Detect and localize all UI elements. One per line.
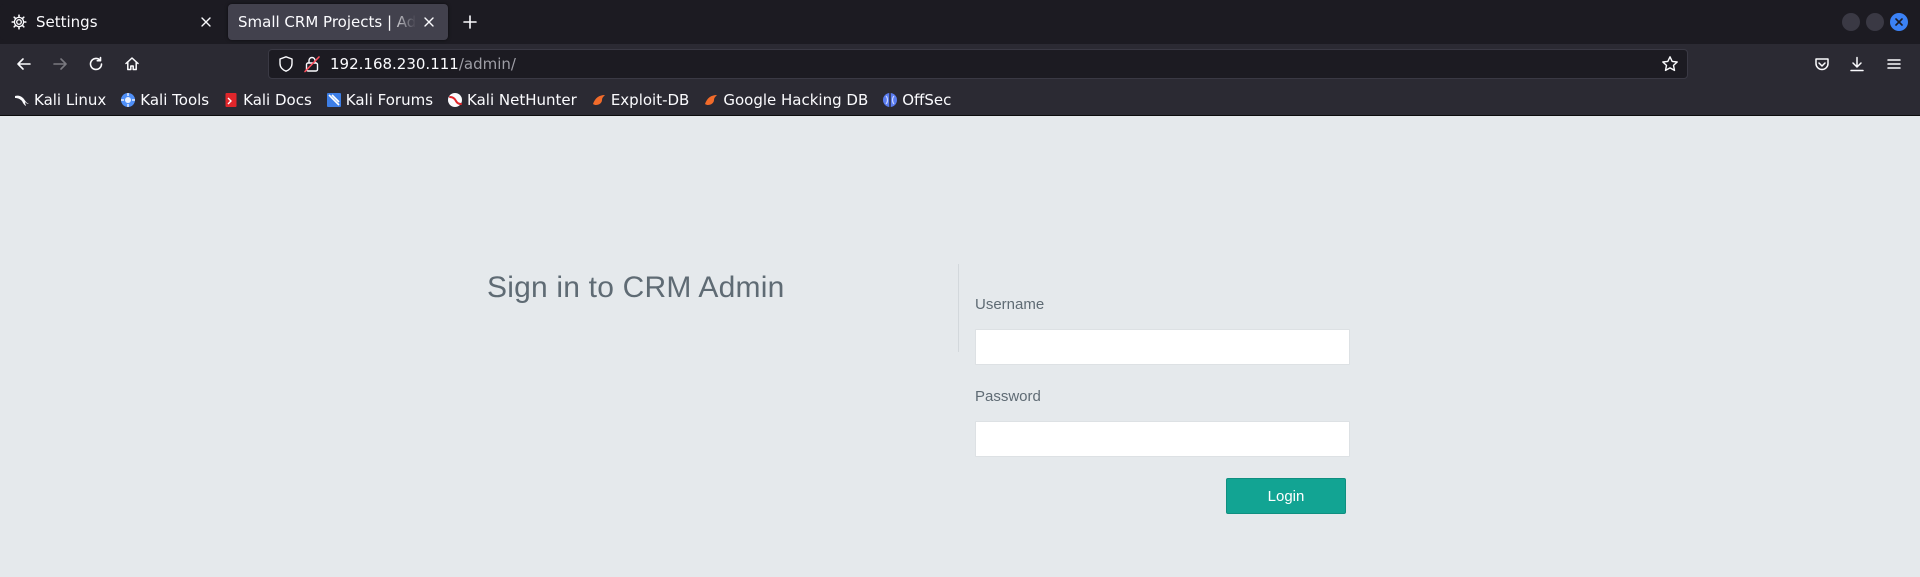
bookmark-kali-forums[interactable]: Kali Forums bbox=[323, 87, 436, 113]
bookmark-label: Kali Docs bbox=[243, 90, 312, 109]
arrow-left-icon bbox=[17, 58, 31, 70]
close-icon[interactable] bbox=[197, 13, 215, 31]
bookmark-label: OffSec bbox=[902, 90, 952, 109]
username-input[interactable] bbox=[975, 329, 1350, 365]
kali-docs-icon bbox=[223, 92, 239, 108]
bookmarks-toolbar: Kali Linux Kali Tools Kali Docs Kali For… bbox=[0, 84, 1920, 116]
username-label: Username bbox=[975, 296, 1045, 313]
page-title: Sign in to CRM Admin bbox=[487, 271, 785, 304]
tab-crm-admin-login[interactable]: Small CRM Projects | Admin Login bbox=[228, 4, 448, 40]
reload-icon bbox=[89, 56, 103, 71]
window-close-button[interactable] bbox=[1890, 13, 1908, 31]
address-bar[interactable]: 192.168.230.111/admin/ bbox=[268, 49, 1688, 79]
bookmark-kali-docs[interactable]: Kali Docs bbox=[220, 87, 315, 113]
bookmark-kali-tools[interactable]: Kali Tools bbox=[117, 87, 212, 113]
bookmark-label: Kali Forums bbox=[345, 90, 434, 109]
tab-settings[interactable]: Settings bbox=[0, 4, 225, 40]
shield-icon[interactable] bbox=[277, 55, 295, 73]
page-content: Sign in to CRM Admin Username Password L… bbox=[0, 116, 1920, 577]
insecure-lock-icon[interactable] bbox=[303, 55, 321, 73]
bookmark-offsec[interactable]: OffSec bbox=[879, 87, 954, 113]
tab-title: Settings bbox=[36, 13, 98, 31]
plus-icon bbox=[463, 15, 477, 29]
pocket-icon bbox=[1815, 58, 1829, 71]
ghdb-icon bbox=[703, 92, 719, 108]
home-icon bbox=[125, 57, 139, 71]
menu-button[interactable] bbox=[1882, 52, 1906, 76]
download-icon bbox=[1850, 56, 1864, 72]
bookmark-label: Kali Tools bbox=[140, 90, 210, 109]
browser-window: Settings Small CRM Projects | Admin Logi… bbox=[0, 0, 1920, 577]
back-button[interactable] bbox=[12, 52, 36, 76]
bookmark-google-hacking-db[interactable]: Google Hacking DB bbox=[700, 87, 871, 113]
vertical-divider bbox=[958, 264, 959, 352]
nethunter-icon bbox=[447, 92, 463, 108]
downloads-button[interactable] bbox=[1845, 52, 1869, 76]
arrow-right-icon bbox=[53, 58, 67, 70]
exploit-db-icon bbox=[591, 92, 607, 108]
bookmark-kali-linux[interactable]: Kali Linux bbox=[11, 87, 109, 113]
hamburger-menu-icon bbox=[1887, 59, 1901, 69]
bookmark-kali-nethunter[interactable]: Kali NetHunter bbox=[444, 87, 580, 113]
url-host: 192.168.230.111 bbox=[330, 55, 459, 73]
tab-strip: Settings Small CRM Projects | Admin Logi… bbox=[0, 0, 1920, 44]
navigation-bar: 192.168.230.111/admin/ bbox=[0, 44, 1920, 84]
minimize-button[interactable] bbox=[1842, 13, 1860, 31]
url-text[interactable]: 192.168.230.111/admin/ bbox=[330, 55, 516, 73]
bookmark-label: Kali Linux bbox=[34, 90, 107, 109]
new-tab-button[interactable] bbox=[458, 10, 482, 34]
pocket-button[interactable] bbox=[1810, 52, 1834, 76]
star-icon[interactable] bbox=[1661, 55, 1679, 73]
kali-tools-icon bbox=[120, 92, 136, 108]
tab-title: Small CRM Projects | Admin Login bbox=[238, 13, 416, 31]
bookmark-label: Exploit-DB bbox=[610, 90, 690, 109]
url-path: /admin/ bbox=[458, 55, 516, 73]
gear-icon bbox=[10, 13, 28, 31]
close-icon bbox=[1895, 18, 1903, 26]
maximize-button[interactable] bbox=[1866, 13, 1884, 31]
password-label: Password bbox=[975, 388, 1041, 405]
login-button[interactable]: Login bbox=[1226, 478, 1346, 514]
reload-button[interactable] bbox=[84, 52, 108, 76]
bookmark-exploit-db[interactable]: Exploit-DB bbox=[588, 87, 693, 113]
bookmark-label: Kali NetHunter bbox=[467, 90, 577, 109]
password-input[interactable] bbox=[975, 421, 1350, 457]
kali-dragon-icon bbox=[14, 92, 30, 108]
bookmark-label: Google Hacking DB bbox=[723, 90, 869, 109]
kali-forums-icon bbox=[326, 92, 342, 108]
home-button[interactable] bbox=[120, 52, 144, 76]
offsec-icon bbox=[882, 92, 898, 108]
forward-button[interactable] bbox=[48, 52, 72, 76]
close-icon[interactable] bbox=[420, 13, 438, 31]
